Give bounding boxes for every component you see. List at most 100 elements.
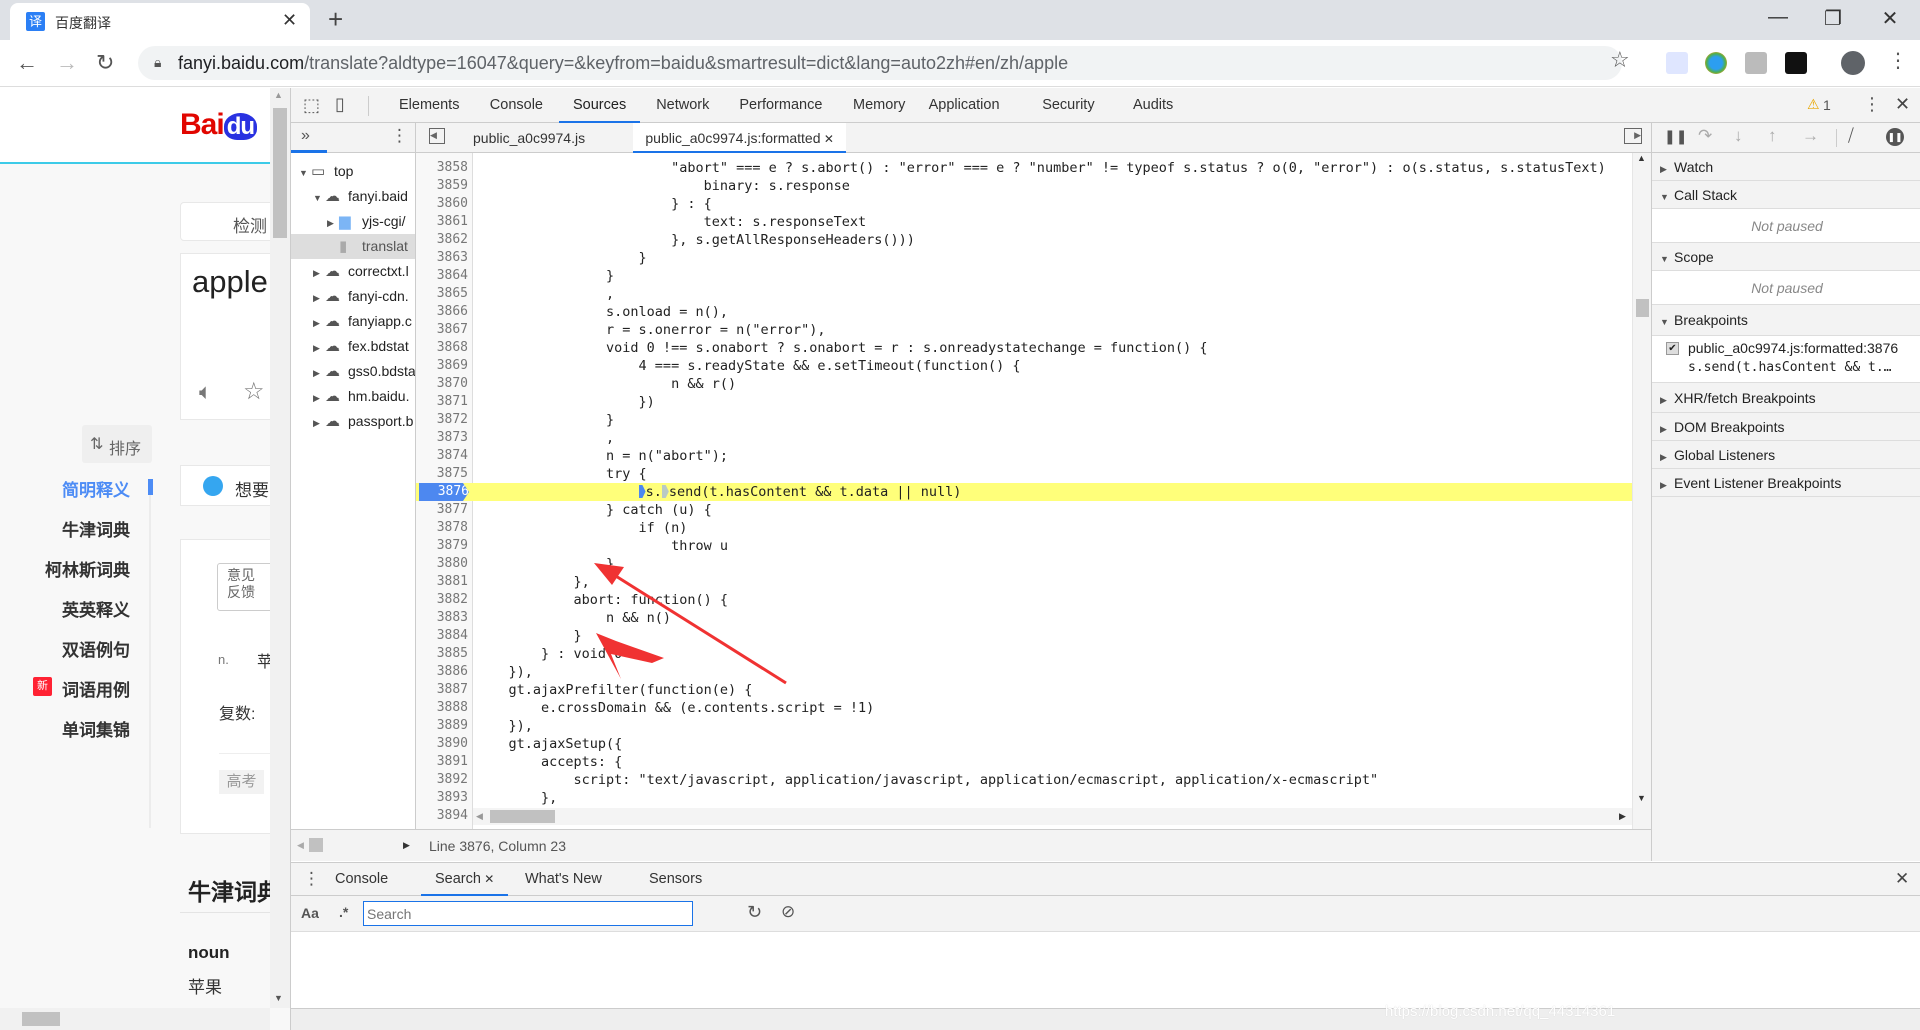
extension-globe-icon[interactable] xyxy=(1705,52,1727,74)
dict-nav-item[interactable]: 牛津词典 xyxy=(62,516,130,541)
line-number[interactable]: 3877 xyxy=(416,501,468,519)
exam-tag[interactable]: 高考 xyxy=(219,770,264,794)
speaker-icon[interactable]: 🔈︎ xyxy=(199,379,212,405)
pause-on-exceptions-icon[interactable]: ❚❚ xyxy=(1886,128,1904,146)
drawer-tab-console[interactable]: Console xyxy=(321,863,402,896)
line-number[interactable]: 3891 xyxy=(416,753,468,771)
extension-bolt-icon[interactable] xyxy=(1745,52,1767,74)
extension-astar-icon[interactable] xyxy=(1785,52,1807,74)
line-number[interactable]: 3866 xyxy=(416,303,468,321)
line-number[interactable]: 3860 xyxy=(416,195,468,213)
detect-language-button[interactable]: 检测 xyxy=(180,202,280,241)
tree-item[interactable]: ▶ ☁︎ gss0.bdsta xyxy=(291,359,415,384)
line-number[interactable]: 3873 xyxy=(416,429,468,447)
step-over-icon[interactable]: ↷ xyxy=(1698,126,1712,146)
line-number[interactable]: 3888 xyxy=(416,699,468,717)
line-number[interactable]: 3867 xyxy=(416,321,468,339)
devtools-tab-audits[interactable]: Audits xyxy=(1119,88,1187,123)
warning-count[interactable]: 1 xyxy=(1823,97,1831,113)
line-number[interactable]: 3865 xyxy=(416,285,468,303)
favorite-star-icon[interactable]: ☆ xyxy=(243,377,265,406)
close-search-tab-icon[interactable]: ✕ xyxy=(481,872,494,886)
tree-item[interactable]: ▶ ☁︎ fanyiapp.c xyxy=(291,309,415,334)
line-number[interactable]: 3870 xyxy=(416,375,468,393)
expand-right-icon[interactable]: ▶ xyxy=(313,411,325,436)
page-vertical-scrollbar[interactable]: ▲ ▼ xyxy=(270,88,290,1008)
expand-down-icon[interactable]: ▼ xyxy=(299,161,311,186)
devtools-tab-performance[interactable]: Performance xyxy=(725,88,836,123)
dict-nav-item[interactable]: 英英释义 xyxy=(62,596,130,621)
toggle-navigator-icon[interactable]: ◀ xyxy=(429,128,445,144)
warning-icon[interactable]: ⚠ xyxy=(1807,96,1820,113)
tree-item[interactable]: ▶ ☁︎ fanyi-cdn. xyxy=(291,284,415,311)
browser-tab[interactable]: 译 百度翻译 ✕ xyxy=(10,3,310,40)
line-number[interactable]: 3882 xyxy=(416,591,468,609)
navigator-scrollbar[interactable]: ◀ ▶ xyxy=(291,829,416,861)
call-stack-section[interactable]: ▼ Call Stack xyxy=(1652,181,1920,209)
line-number[interactable]: 3864 xyxy=(416,267,468,285)
more-tabs-icon[interactable]: » xyxy=(301,127,310,145)
feedback-button[interactable]: 意见 反馈 xyxy=(217,563,277,611)
dict-nav-item[interactable]: 单词集锦 xyxy=(62,716,130,741)
dom-breakpoints-section[interactable]: ▶ DOM Breakpoints xyxy=(1652,413,1920,441)
close-devtools-icon[interactable]: ✕ xyxy=(1895,94,1910,115)
global-listeners-section[interactable]: ▶ Global Listeners xyxy=(1652,441,1920,469)
reload-icon[interactable]: ↻ xyxy=(96,50,114,76)
dict-nav-item[interactable]: 双语例句 xyxy=(62,636,130,661)
page-horizontal-scrollbar[interactable] xyxy=(0,1008,270,1030)
new-tab-button[interactable]: + xyxy=(328,4,343,35)
drawer-menu-icon[interactable]: ⋮ xyxy=(303,869,320,889)
line-number[interactable]: 3890 xyxy=(416,735,468,753)
profile-avatar-icon[interactable] xyxy=(1841,51,1865,75)
editor-horizontal-scrollbar[interactable]: ◀ ▶ xyxy=(473,808,1632,825)
line-number[interactable]: 3879 xyxy=(416,537,468,555)
line-number[interactable]: 3881 xyxy=(416,573,468,591)
dict-nav-item[interactable]: 词语用例 xyxy=(62,676,130,701)
device-toolbar-icon[interactable]: ▯ xyxy=(335,94,345,115)
forward-icon[interactable]: → xyxy=(56,50,78,76)
line-number[interactable]: 3892 xyxy=(416,771,468,789)
expand-right-icon[interactable]: ▶ xyxy=(313,261,325,286)
clear-icon[interactable]: ⊘ xyxy=(781,902,795,922)
tree-item[interactable]: ▶ ▆ yjs-cgi/ xyxy=(291,209,415,234)
deactivate-breakpoints-icon[interactable]: ⧸ xyxy=(1848,126,1854,146)
pause-icon[interactable]: ❚❚ xyxy=(1664,128,1687,145)
line-number[interactable]: 3883 xyxy=(416,609,468,627)
tree-item[interactable]: ▮ translat xyxy=(291,234,415,259)
line-number[interactable]: 3880 xyxy=(416,555,468,573)
line-number[interactable]: 3872 xyxy=(416,411,468,429)
line-number[interactable]: 3874 xyxy=(416,447,468,465)
restore-icon[interactable]: ❐ xyxy=(1813,6,1853,31)
xhr-breakpoints-section[interactable]: ▶ XHR/fetch Breakpoints xyxy=(1652,383,1920,413)
expand-right-icon[interactable]: ▶ xyxy=(313,286,325,311)
match-case-toggle[interactable]: Aa xyxy=(301,905,319,921)
dict-nav-item[interactable]: 简明释义 xyxy=(62,476,130,501)
close-drawer-icon[interactable]: ✕ xyxy=(1895,869,1909,889)
line-number[interactable]: 3885 xyxy=(416,645,468,663)
expand-down-icon[interactable]: ▼ xyxy=(313,186,325,211)
step-out-icon[interactable]: ↑ xyxy=(1768,126,1777,146)
scroll-thumb[interactable] xyxy=(490,810,555,823)
menu-kebab-icon[interactable]: ⋮ xyxy=(1888,48,1908,73)
breakpoints-section[interactable]: ▼ Breakpoints xyxy=(1652,305,1920,336)
line-number[interactable]: 3869 xyxy=(416,357,468,375)
line-number[interactable]: 3868 xyxy=(416,339,468,357)
file-tab[interactable]: public_a0c9974.js xyxy=(461,123,597,153)
back-icon[interactable]: ← xyxy=(16,50,38,76)
line-number[interactable]: 3887 xyxy=(416,681,468,699)
line-number[interactable]: 3863 xyxy=(416,249,468,267)
devtools-menu-icon[interactable]: ⋮ xyxy=(1863,94,1881,115)
dict-nav-item[interactable]: 柯林斯词典 xyxy=(45,556,130,581)
breakpoint-checkbox[interactable]: ✔ xyxy=(1666,342,1679,355)
scope-section[interactable]: ▼ Scope xyxy=(1652,243,1920,271)
expand-right-icon[interactable]: ▶ xyxy=(313,386,325,411)
step-into-icon[interactable]: ↓ xyxy=(1734,126,1743,146)
minimize-icon[interactable]: — xyxy=(1758,6,1798,29)
address-bar[interactable]: 🔒︎ fanyi.baidu.com/translate?aldtype=160… xyxy=(138,46,1622,80)
line-number[interactable]: 3884 xyxy=(416,627,468,645)
search-input[interactable] xyxy=(363,901,693,926)
source-text-card[interactable]: apple 🔈︎ ☆ xyxy=(180,253,280,420)
expand-right-icon[interactable]: ▶ xyxy=(313,336,325,361)
drawer-tab-what-s-new[interactable]: What's New xyxy=(511,863,616,896)
tree-item[interactable]: ▶ ☁︎ hm.baidu. xyxy=(291,384,415,411)
